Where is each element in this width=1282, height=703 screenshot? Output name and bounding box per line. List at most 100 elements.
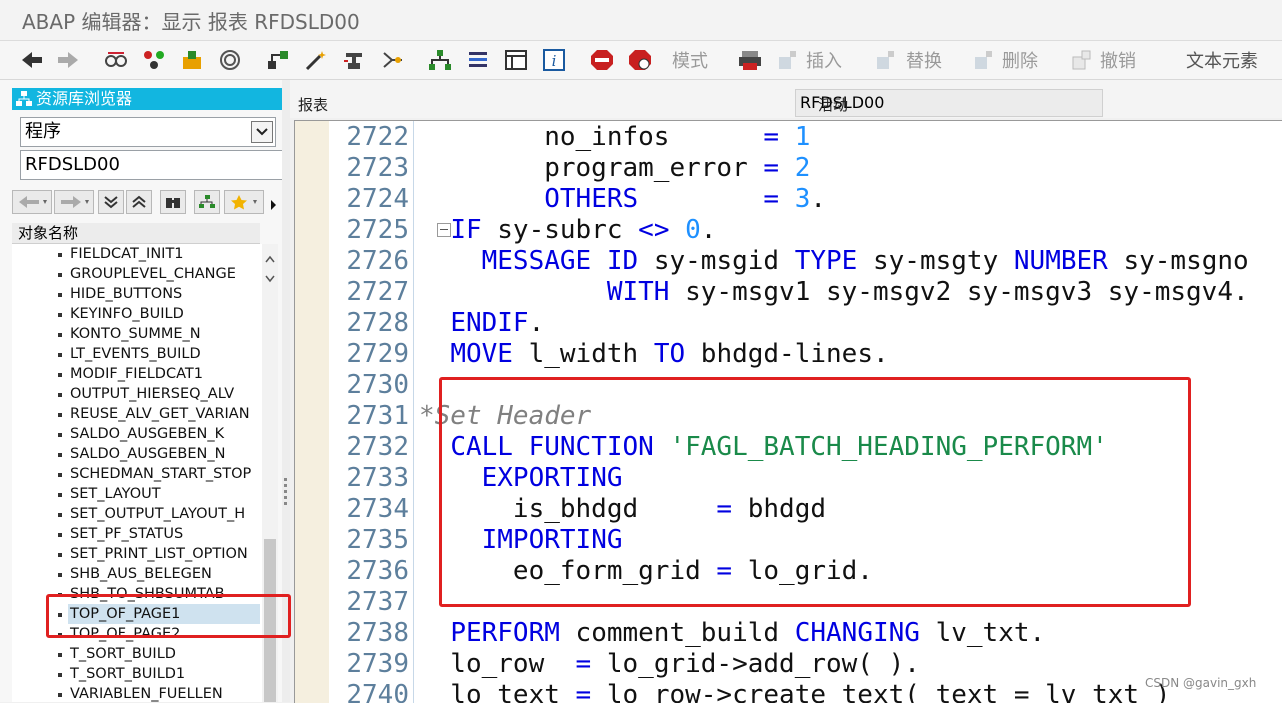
line-number: 2740 [346,680,409,703]
line-number: 2734 [346,494,409,524]
object-type-select[interactable]: 程序 [20,117,276,147]
code-token: MESSAGE ID [481,246,639,276]
line-number: 2737 [346,587,409,617]
code-token: WITH [606,277,670,307]
code-token: . [700,215,717,245]
more-arrow-icon[interactable] [270,196,278,215]
window-icon[interactable] [504,49,528,71]
target-icon[interactable] [218,49,242,71]
binoculars-icon[interactable] [160,190,186,214]
tree-bullet-icon [58,473,62,477]
tree-item[interactable]: SALDO_AUSGEBEN_N [68,444,228,464]
code-line[interactable]: no_infos = 1 [419,122,810,153]
tree-item[interactable]: SET_LAYOUT [68,484,163,504]
code-token: sy-msgno [1107,246,1249,276]
code-line[interactable]: MESSAGE ID sy-msgid TYPE sy-msgty NUMBER… [419,246,1249,277]
code-token: = [763,184,780,214]
stop-sign-2-icon[interactable] [628,49,652,71]
tree-item[interactable]: SHB_AUS_BELEGEN [68,564,214,584]
status-label: 活动 [818,96,849,114]
code-line[interactable]: WITH sy-msgv1 sy-msgv2 sy-msgv3 sy-msgv4… [419,277,1249,308]
code-line[interactable]: MOVE l_width TO bhdgd-lines. [419,339,888,370]
insert-icon[interactable] [776,49,800,71]
stop-sign-icon[interactable] [590,49,614,71]
svg-text:i: i [552,52,557,70]
scroll-down-icon[interactable] [265,268,275,287]
tree-bullet-icon [58,553,62,557]
undo-icon[interactable] [1070,49,1094,71]
tree-bullet-icon [58,253,62,257]
object-name-input[interactable]: RFDSLD00 [20,150,284,180]
code-line[interactable]: PERFORM comment_build CHANGING lv_txt. [419,618,1045,649]
tree-item[interactable]: KEYINFO_BUILD [68,304,186,324]
line-number: 2729 [346,339,409,369]
magic-wand-icon[interactable] [304,49,328,71]
line-number: 2730 [346,370,409,400]
flow-icon[interactable] [380,49,404,71]
tree-item[interactable]: GROUPLEVEL_CHANGE [68,264,238,284]
collapse-all-icon[interactable] [126,190,152,214]
scroll-up-icon[interactable] [265,248,275,267]
tree-item[interactable]: SCHEDMAN_START_STOP [68,464,253,484]
stamp-icon[interactable] [342,49,366,71]
tree-item[interactable]: REUSE_ALV_GET_VARIAN [68,404,252,424]
info-icon[interactable]: i [542,49,566,71]
tree-item[interactable]: MODIF_FIELDCAT1 [68,364,205,384]
tree-bullet-icon [58,353,62,357]
tree-bullet-icon [58,333,62,337]
tree-item[interactable]: SET_PF_STATUS [68,524,185,544]
nav-forward-icon[interactable] [54,190,94,214]
tree-item[interactable]: SET_PRINT_LIST_OPTION [68,544,250,564]
code-line[interactable]: ENDIF. [419,308,544,339]
mode-button[interactable]: 模式 [672,47,708,73]
delete-icon[interactable] [972,49,996,71]
hierarchy-icon[interactable] [266,49,290,71]
insert-button[interactable]: 插入 [806,47,842,73]
molecule-icon[interactable] [142,49,166,71]
tree-item[interactable]: KONTO_SUMME_N [68,324,203,344]
code-token: lo_row [419,649,576,679]
forward-arrow-icon[interactable] [56,49,80,71]
line-number: 2732 [346,432,409,462]
expand-all-icon[interactable] [98,190,124,214]
code-line[interactable]: OTHERS = 3. [419,184,826,215]
hierarchy-small-icon[interactable] [194,190,220,214]
tree-bullet-icon [58,513,62,517]
tree-bullet-icon [58,453,62,457]
tree-item[interactable]: T_SORT_BUILD [68,644,178,664]
object-type-value: 程序 [25,121,61,142]
code-line[interactable]: program_error = 2 [419,153,810,184]
tree-item[interactable]: SALDO_AUSGEBEN_K [68,424,226,444]
tree-item[interactable]: HIDE_BUTTONS [68,284,184,304]
stack-icon[interactable] [466,49,490,71]
tree-bullet-icon [58,373,62,377]
text-elements-button[interactable]: 文本元素 [1186,47,1258,73]
favorites-star-icon[interactable] [224,190,264,214]
undo-button[interactable]: 撤销 [1100,47,1136,73]
code-line[interactable]: lo_row = lo_grid->add_row( ). [419,649,920,680]
glasses-icon[interactable] [104,49,128,71]
code-token: 0 [685,215,701,245]
printer-icon[interactable] [738,49,762,71]
code-line[interactable]: lo_text = lo_row->create_text( text = lv… [419,680,1170,703]
tree-item[interactable]: LT_EVENTS_BUILD [68,344,203,364]
tree-item[interactable]: OUTPUT_HIERSEQ_ALV [68,384,236,404]
nav-back-icon[interactable] [12,190,52,214]
tree-item[interactable]: VARIABLEN_FUELLEN [68,684,225,702]
tree-bullet-icon [58,433,62,437]
org-chart-icon[interactable] [428,49,452,71]
chevron-down-icon[interactable] [251,121,273,143]
delete-button[interactable]: 删除 [1002,47,1038,73]
replace-button[interactable]: 替换 [906,47,942,73]
object-icon[interactable] [180,49,204,71]
replace-icon[interactable] [874,49,898,71]
tree-bullet-icon [58,693,62,697]
back-arrow-icon[interactable] [20,49,44,71]
tree-item[interactable]: FIELDCAT_INIT1 [68,244,186,264]
tree-item[interactable]: T_SORT_BUILD1 [68,664,187,684]
tree-item[interactable]: SET_OUTPUT_LAYOUT_H [68,504,247,524]
code-line[interactable]: IF sy-subrc <> 0. [419,215,716,246]
